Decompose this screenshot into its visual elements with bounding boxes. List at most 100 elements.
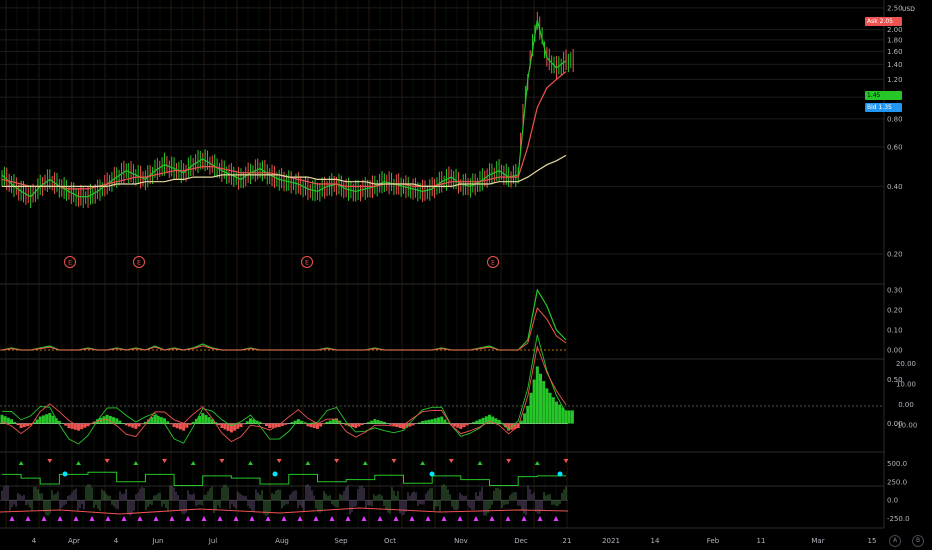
signal-dot bbox=[429, 471, 435, 477]
price-tick: 0.40 bbox=[887, 183, 903, 191]
sell-arrow-marker bbox=[162, 459, 168, 463]
time-tick: Mar bbox=[811, 537, 824, 545]
magenta-marker bbox=[329, 516, 335, 521]
chart-canvas[interactable]: EEEE 2.502.001.801.601.401.201.000.800.6… bbox=[0, 0, 932, 550]
momentum-bar bbox=[357, 423, 361, 427]
sell-arrow-marker bbox=[391, 459, 397, 463]
sell-arrow-marker bbox=[563, 459, 569, 463]
time-tick: Feb bbox=[707, 537, 720, 545]
momentum-bar bbox=[472, 422, 476, 424]
momentum-bar bbox=[207, 417, 211, 424]
time-tick: 21 bbox=[563, 537, 572, 545]
time-tick: Nov bbox=[454, 537, 468, 545]
time-tick: Jul bbox=[208, 537, 218, 545]
momentum-bar bbox=[67, 423, 71, 428]
momentum-bar bbox=[245, 421, 249, 424]
time-axis[interactable]: 4 Apr 4 Jun Jul Aug Sep Oct Nov Dec 21 2021 14 Feb 11 M… bbox=[32, 537, 877, 545]
signal-step-line bbox=[2, 471, 566, 486]
momentum-bar bbox=[153, 414, 157, 424]
momentum-bar bbox=[430, 419, 434, 424]
momentum-bar bbox=[204, 415, 208, 424]
bid-value: 1.35 bbox=[878, 104, 892, 111]
oscillator-tick: 0.00 bbox=[887, 347, 903, 355]
momentum-bar bbox=[137, 423, 141, 427]
buy-arrow-marker bbox=[305, 461, 311, 465]
momentum-bar bbox=[567, 410, 571, 424]
momentum-bar bbox=[481, 417, 485, 424]
momentum-bar bbox=[134, 423, 138, 429]
momentum-right-tick: 20.00 bbox=[896, 360, 916, 368]
magenta-marker bbox=[169, 516, 175, 521]
magenta-marker bbox=[297, 516, 303, 521]
price-pane[interactable]: EEEE bbox=[1, 11, 574, 268]
momentum-bar bbox=[64, 423, 68, 426]
time-tick: 15 bbox=[868, 537, 877, 545]
momentum-bar bbox=[51, 415, 55, 424]
sell-arrow-marker bbox=[219, 459, 225, 463]
momentum-right-tick: 0.00 bbox=[898, 401, 914, 409]
momentum-bar bbox=[35, 419, 39, 424]
momentum-bar bbox=[280, 423, 284, 426]
momentum-bar bbox=[424, 420, 428, 424]
price-axis[interactable]: 2.502.001.801.601.401.201.000.800.600.40… bbox=[887, 4, 917, 523]
magenta-marker bbox=[553, 516, 559, 521]
magenta-marker bbox=[41, 516, 47, 521]
momentum-bar bbox=[370, 420, 374, 424]
momentum-bar bbox=[169, 423, 173, 425]
magenta-marker bbox=[473, 516, 479, 521]
momentum-bar bbox=[38, 416, 42, 424]
momentum-bar bbox=[319, 423, 323, 427]
momentum-bar bbox=[440, 416, 444, 424]
price-tick: 1.80 bbox=[887, 36, 903, 44]
momentum-bar bbox=[548, 392, 552, 424]
signal-dot bbox=[272, 471, 278, 477]
momentum-bar bbox=[16, 423, 20, 426]
signal-pane[interactable] bbox=[0, 459, 569, 501]
momentum-bar bbox=[570, 410, 574, 424]
momentum-bar bbox=[115, 418, 119, 424]
price-tick: 1.60 bbox=[887, 48, 903, 56]
time-tick: 11 bbox=[757, 537, 766, 545]
magenta-marker bbox=[537, 516, 543, 521]
momentum-bar bbox=[290, 422, 294, 424]
log-scale-button[interactable]: B bbox=[912, 535, 924, 547]
momentum-bar bbox=[76, 423, 80, 431]
time-tick: 4 bbox=[32, 537, 37, 545]
momentum-bar bbox=[217, 423, 221, 426]
momentum-bar bbox=[264, 423, 268, 426]
oscillator-pane[interactable] bbox=[0, 288, 568, 351]
momentum-bar bbox=[315, 423, 319, 429]
momentum-bar bbox=[535, 366, 539, 424]
magenta-marker bbox=[185, 516, 191, 521]
momentum-bar bbox=[433, 418, 437, 424]
price-series-line bbox=[1, 20, 567, 198]
momentum-bar bbox=[191, 421, 195, 424]
buy-arrow-marker bbox=[534, 461, 540, 465]
momentum-bar bbox=[462, 423, 466, 428]
price-tick: 0.60 bbox=[887, 143, 903, 151]
signal-tick: 500.0 bbox=[887, 460, 907, 468]
magenta-marker bbox=[505, 516, 511, 521]
momentum-bar bbox=[351, 423, 355, 428]
time-tick: Oct bbox=[384, 537, 396, 545]
momentum-bar bbox=[341, 423, 345, 424]
momentum-bar bbox=[242, 423, 246, 425]
magenta-marker bbox=[105, 516, 111, 521]
magenta-marker bbox=[25, 516, 31, 521]
momentum-bar bbox=[551, 397, 555, 424]
oscillator-signal-line bbox=[1, 306, 567, 351]
momentum-pane[interactable] bbox=[0, 334, 884, 445]
horizontal-grid bbox=[0, 0, 885, 529]
last-price-tag: 1.45 bbox=[865, 91, 902, 100]
bid-price-tag: Bid 1.35 bbox=[865, 103, 902, 112]
momentum-bar bbox=[249, 418, 253, 424]
time-tick: 2021 bbox=[602, 537, 620, 545]
momentum-bar bbox=[13, 422, 17, 424]
momentum-bar bbox=[456, 423, 460, 428]
momentum-bar bbox=[166, 421, 170, 424]
histogram-pane[interactable] bbox=[0, 484, 569, 521]
magenta-marker bbox=[201, 516, 207, 521]
auto-scale-button[interactable]: A bbox=[889, 535, 901, 547]
momentum-bar bbox=[41, 415, 45, 424]
sell-arrow-marker bbox=[47, 459, 53, 463]
